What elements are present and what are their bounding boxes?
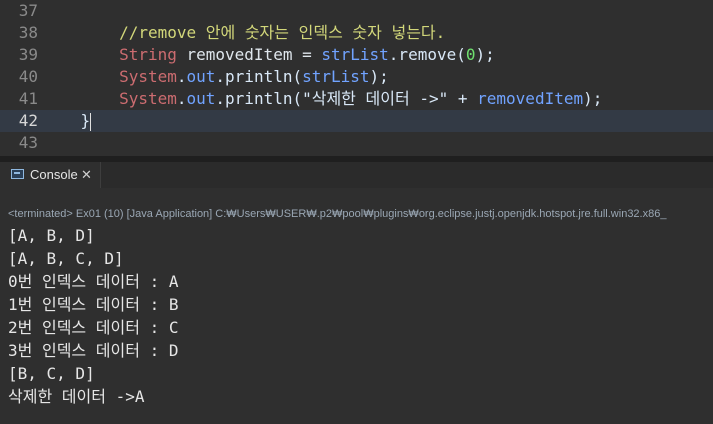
code-token: removedItem (477, 89, 584, 108)
line-number: 40 (18, 67, 38, 86)
code-token: ); (475, 45, 495, 64)
code-line[interactable]: 41 System.out.println("삭제한 데이터 ->" + rem… (0, 88, 713, 110)
code-token: System (119, 89, 177, 108)
line-number: 37 (18, 1, 38, 20)
code-token: removedItem = (176, 45, 322, 64)
console-output-line: 2번 인덱스 데이터 : C (8, 318, 179, 337)
code-token: 0 (465, 45, 476, 64)
code-token: } (42, 111, 91, 130)
code-line[interactable]: 43 (0, 132, 713, 154)
code-token: + (448, 89, 478, 108)
console-output-line: [A, B, D] (8, 226, 95, 245)
line-number: 38 (18, 23, 38, 42)
code-text: } (42, 110, 92, 132)
console-output-line: 3번 인덱스 데이터 : D (8, 341, 179, 360)
console-output-line: [B, C, D] (8, 364, 95, 383)
code-line[interactable]: 37 (0, 0, 713, 22)
line-number: 42 (18, 111, 38, 130)
code-token: .println( (215, 67, 303, 86)
console-view-header: Console ✕ (0, 162, 713, 189)
close-icon[interactable]: ✕ (81, 162, 92, 188)
code-line[interactable]: 42 } (0, 110, 713, 132)
code-line[interactable]: 40 System.out.println(strList); (0, 66, 713, 88)
code-text: String removedItem = strList.remove(0); (42, 44, 495, 66)
code-text: //remove 안에 숫자는 인덱스 숫자 넣는다. (42, 22, 445, 44)
terminated-status: <terminated> Ex01 (10) [Java Application… (8, 208, 667, 220)
console-output-line: 삭제한 데이터 ->A (8, 387, 145, 406)
code-line[interactable]: 38 //remove 안에 숫자는 인덱스 숫자 넣는다. (0, 22, 713, 44)
console-output-line: 1번 인덱스 데이터 : B (8, 295, 179, 314)
console-output-line: 0번 인덱스 데이터 : A (8, 272, 179, 291)
code-token: strList (321, 45, 389, 64)
code-token: out (186, 67, 216, 86)
tab-console[interactable]: Console ✕ (0, 162, 101, 188)
code-token: strList (302, 67, 370, 86)
line-number: 43 (18, 133, 38, 152)
code-token: . (176, 89, 187, 108)
console-output[interactable]: [A, B, D] [A, B, C, D] 0번 인덱스 데이터 : A 1번 인덱… (0, 224, 713, 424)
console-output-line: [A, B, C, D] (8, 249, 124, 268)
line-number: 39 (18, 45, 38, 64)
console-icon (11, 169, 24, 179)
code-token: ); (369, 67, 389, 86)
text-caret (90, 112, 92, 131)
tab-console-label: Console (30, 167, 78, 182)
code-token: . (176, 67, 187, 86)
code-token: .println( (215, 89, 303, 108)
line-number: 41 (18, 89, 38, 108)
code-token: System (119, 67, 177, 86)
code-token: out (186, 89, 216, 108)
code-editor[interactable]: 37 38 //remove 안에 숫자는 인덱스 숫자 넣는다. 39 Strin… (0, 0, 713, 156)
code-text: System.out.println("삭제한 데이터 ->" + remove… (42, 88, 602, 110)
code-token: "삭제한 데이터 ->" (302, 89, 449, 108)
code-token: .remove( (388, 45, 466, 64)
code-token: String (119, 45, 177, 64)
code-token: //remove 안에 숫자는 인덱스 숫자 넣는다. (42, 23, 446, 42)
code-token: ); (583, 89, 603, 108)
console-status-bar: <terminated> Ex01 (10) [Java Application… (0, 188, 713, 224)
code-line[interactable]: 39 String removedItem = strList.remove(0… (0, 44, 713, 66)
code-text: System.out.println(strList); (42, 66, 389, 88)
